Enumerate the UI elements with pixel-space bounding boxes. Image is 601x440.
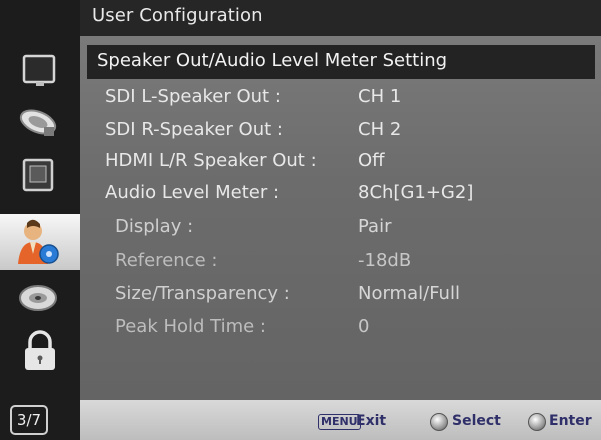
- select-knob-icon: [430, 413, 448, 431]
- reference-label: Reference :: [115, 250, 218, 271]
- display-frame-icon[interactable]: [14, 152, 66, 198]
- window-title: User Configuration: [92, 5, 263, 26]
- audio-level-meter-value[interactable]: 8Ch[G1+G2]: [358, 182, 473, 203]
- sdi-r-speaker-out-value[interactable]: CH 2: [358, 119, 401, 140]
- exit-hint[interactable]: Exit: [356, 413, 386, 429]
- user-config-icon[interactable]: [0, 214, 80, 270]
- section-title: Speaker Out/Audio Level Meter Setting: [97, 50, 448, 71]
- monitor-icon[interactable]: [14, 48, 66, 94]
- page-indicator: 3/7: [10, 405, 48, 435]
- menu-key-icon: MENU: [318, 414, 361, 430]
- satellite-dish-icon[interactable]: [14, 100, 66, 146]
- display-value[interactable]: Pair: [358, 216, 391, 237]
- enter-hint[interactable]: Enter: [549, 413, 592, 429]
- size-transparency-value[interactable]: Normal/Full: [358, 283, 460, 304]
- sdi-l-speaker-out-label: SDI L-Speaker Out :: [105, 86, 281, 107]
- peak-hold-time-value[interactable]: 0: [358, 316, 369, 337]
- size-transparency-label: Size/Transparency :: [115, 283, 290, 304]
- enter-knob-icon: [528, 413, 546, 431]
- display-label: Display :: [115, 216, 194, 237]
- select-hint[interactable]: Select: [452, 413, 501, 429]
- hdmi-lr-speaker-out-value[interactable]: Off: [358, 150, 385, 171]
- sdi-l-speaker-out-value[interactable]: CH 1: [358, 86, 401, 107]
- osd-window: User Configuration Speaker Out/Audio Lev…: [0, 0, 601, 440]
- disc-icon[interactable]: [14, 274, 66, 320]
- hdmi-lr-speaker-out-label: HDMI L/R Speaker Out :: [105, 150, 317, 171]
- audio-level-meter-label: Audio Level Meter :: [105, 182, 280, 203]
- sdi-r-speaker-out-label: SDI R-Speaker Out :: [105, 119, 283, 140]
- peak-hold-time-label: Peak Hold Time :: [115, 316, 266, 337]
- lock-icon[interactable]: [14, 328, 66, 374]
- reference-value[interactable]: -18dB: [358, 250, 411, 271]
